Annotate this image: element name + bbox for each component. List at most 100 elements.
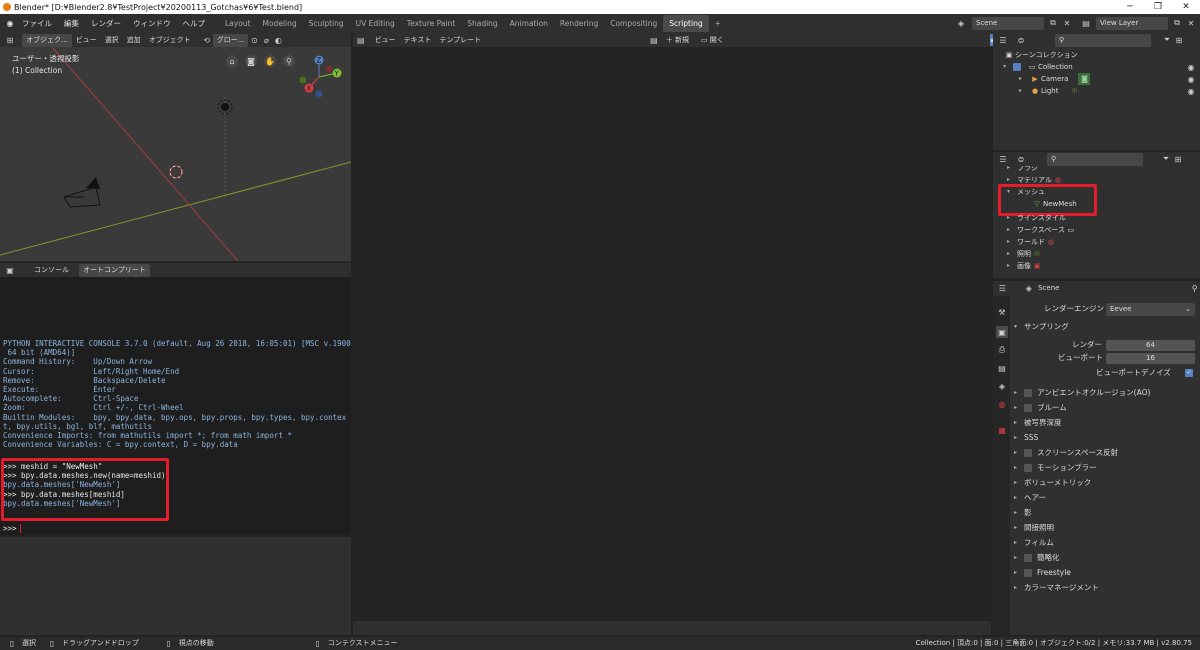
section-checkbox[interactable]: [1024, 449, 1032, 457]
section-film[interactable]: ▸ フィルム: [1014, 536, 1054, 550]
console-tab-console[interactable]: コンソール: [30, 264, 73, 277]
tab-animation[interactable]: Animation: [504, 15, 554, 32]
menu-render[interactable]: レンダー: [85, 18, 127, 29]
proportional-edit-icon[interactable]: ◐: [272, 34, 284, 46]
close-button[interactable]: ✕: [1172, 0, 1200, 14]
visibility-eye-icon[interactable]: ◉: [1185, 85, 1197, 97]
section-hair[interactable]: ▸ ヘアー: [1014, 491, 1046, 505]
mode-selector[interactable]: オブジェク...: [22, 33, 72, 47]
menu-help[interactable]: ヘルプ: [177, 18, 212, 29]
editor-type-icon[interactable]: ⊞: [4, 34, 16, 46]
empty-editor-area[interactable]: [0, 537, 351, 635]
output-tab-icon[interactable]: ⎙: [996, 344, 1008, 356]
add-workspace-button[interactable]: +: [709, 15, 727, 32]
visibility-eye-icon[interactable]: ◉: [1185, 61, 1197, 73]
texture-tab-icon[interactable]: ▦: [996, 424, 1008, 436]
pin-icon[interactable]: ⚲: [1189, 283, 1200, 295]
section-dof[interactable]: ▸ 被写界深度: [1014, 416, 1062, 430]
section-color-management[interactable]: ▸ カラーマネージメント: [1014, 581, 1099, 595]
visibility-eye-icon[interactable]: ◉: [1185, 73, 1197, 85]
outliner-item-camera[interactable]: ▸ ▶ Camera ◙: [1019, 73, 1091, 85]
datablock-linestyles[interactable]: ▸ ラインスタイル: [1007, 212, 1066, 224]
viewport-3d[interactable]: ユーザー・透視投影 (1) Collection ⌂ ◙ ✋ ⚲ Z Y X: [0, 47, 351, 261]
section-checkbox[interactable]: [1024, 389, 1032, 397]
menu-edit[interactable]: 編集: [58, 18, 85, 29]
section-ao[interactable]: ▸ アンビエントオクルージョン(AO): [1014, 386, 1150, 400]
expand-icon[interactable]: ▸: [1019, 85, 1029, 97]
outliner-item-collection[interactable]: ▾ ▭ Collection: [1003, 61, 1073, 73]
snap-icon[interactable]: ⌀: [260, 34, 272, 46]
filter-icon[interactable]: ⏷: [1161, 34, 1173, 46]
section-ssr[interactable]: ▸ スクリーンスペース反射: [1014, 446, 1118, 460]
tool-tab-icon[interactable]: ⚒: [996, 306, 1008, 318]
delete-view-layer-icon[interactable]: ✕: [1185, 17, 1197, 29]
viewport-menu-view[interactable]: ビュー: [72, 34, 101, 47]
tab-rendering[interactable]: Rendering: [554, 15, 604, 32]
world-tab-icon[interactable]: ◍: [996, 398, 1008, 410]
python-console[interactable]: PYTHON INTERACTIVE CONSOLE 3.7.0 (defaul…: [0, 277, 351, 535]
render-tab-icon[interactable]: ▣: [996, 326, 1008, 338]
scene-selector[interactable]: Scene: [972, 17, 1044, 30]
viewport-denoise-checkbox[interactable]: ✓: [1185, 369, 1193, 377]
datablocks-search-input[interactable]: ⚲: [1047, 152, 1143, 166]
section-freestyle[interactable]: ▸ Freestyle: [1014, 566, 1071, 580]
tab-modeling[interactable]: Modeling: [257, 15, 303, 32]
pivot-icon[interactable]: ⊙: [248, 34, 260, 46]
expand-icon[interactable]: ▸: [1019, 73, 1029, 85]
scene-tab-icon[interactable]: ◈: [996, 380, 1008, 392]
console-editor-type-icon[interactable]: ▣: [4, 264, 16, 276]
text-new-button[interactable]: ＋ 新規: [662, 34, 693, 47]
outliner-item-light[interactable]: ▸ ● Light ☉: [1019, 85, 1080, 97]
section-volumetrics[interactable]: ▸ ボリューメトリック: [1014, 476, 1091, 490]
delete-scene-icon[interactable]: ✕: [1061, 17, 1073, 29]
pan-hand-icon[interactable]: ✋: [264, 55, 276, 67]
text-menu-templates[interactable]: テンプレート: [435, 34, 485, 47]
viewport-samples-field[interactable]: 16: [1106, 353, 1195, 364]
maximize-button[interactable]: ❐: [1144, 0, 1172, 14]
minimize-button[interactable]: ─: [1116, 0, 1144, 14]
section-sss[interactable]: ▸ SSS: [1014, 431, 1038, 445]
section-bloom[interactable]: ▸ ブルーム: [1014, 401, 1067, 415]
outliner-editor-type-icon[interactable]: ☰: [997, 34, 1009, 46]
new-collection-icon[interactable]: ⊞: [1172, 153, 1184, 165]
text-editor-type-icon[interactable]: ▤: [357, 34, 365, 46]
tab-uv-editing[interactable]: UV Editing: [350, 15, 401, 32]
outliner-search-input[interactable]: ⚲: [1055, 33, 1151, 47]
tab-compositing[interactable]: Compositing: [604, 15, 663, 32]
datablock-lights[interactable]: ▸ 照明 ☉: [1007, 248, 1043, 260]
section-checkbox[interactable]: [1024, 404, 1032, 412]
section-checkbox[interactable]: [1024, 554, 1032, 562]
display-mode-icon[interactable]: ⊜: [1015, 34, 1027, 46]
sampling-section[interactable]: ▾ サンプリング: [1014, 320, 1069, 334]
section-checkbox[interactable]: [1024, 464, 1032, 472]
menu-file[interactable]: ファイル: [16, 18, 58, 29]
new-collection-icon[interactable]: ⊞: [1173, 34, 1185, 46]
viewport-menu-object[interactable]: オブジェクト: [145, 34, 195, 47]
new-scene-icon[interactable]: ⧉: [1047, 17, 1059, 29]
console-prompt[interactable]: >>>: [3, 524, 17, 533]
blender-menu-icon[interactable]: ◉: [4, 18, 16, 30]
view-layer-tab-icon[interactable]: ▤: [996, 362, 1008, 374]
tab-shading[interactable]: Shading: [461, 15, 503, 32]
menu-window[interactable]: ウィンドウ: [127, 18, 177, 29]
render-samples-field[interactable]: 64: [1106, 340, 1195, 351]
viewport-menu-select[interactable]: 選択: [101, 34, 123, 47]
datablock-worlds[interactable]: ▸ ワールド ◍: [1007, 236, 1057, 248]
datablock-workspaces[interactable]: ▸ ワークスペース ▭: [1007, 224, 1077, 236]
text-browse-icon[interactable]: ▤: [650, 34, 658, 46]
datablock-images[interactable]: ▸ 画像 ▣: [1007, 260, 1043, 272]
datablock-brushes[interactable]: ▸ ブラシ: [1007, 166, 1038, 174]
tab-layout[interactable]: Layout: [219, 15, 257, 32]
viewport-menu-add[interactable]: 追加: [123, 34, 145, 47]
text-menu-text[interactable]: テキスト: [400, 34, 436, 47]
render-engine-selector[interactable]: Eevee ⌄: [1106, 303, 1195, 316]
outliner-root[interactable]: ▣ シーンコレクション: [1003, 49, 1078, 61]
new-view-layer-icon[interactable]: ⧉: [1171, 17, 1183, 29]
section-motion-blur[interactable]: ▸ モーションブラー: [1014, 461, 1097, 475]
transform-orientation-selector[interactable]: グロー...: [212, 33, 249, 47]
section-simplify[interactable]: ▸ 簡略化: [1014, 551, 1060, 565]
text-menu-view[interactable]: ビュー: [371, 34, 400, 47]
blend-file-mode-icon[interactable]: ⊜: [1015, 153, 1027, 165]
properties-editor-type-icon[interactable]: ☰: [997, 283, 1008, 295]
filter-icon[interactable]: ⏷: [1160, 153, 1172, 165]
